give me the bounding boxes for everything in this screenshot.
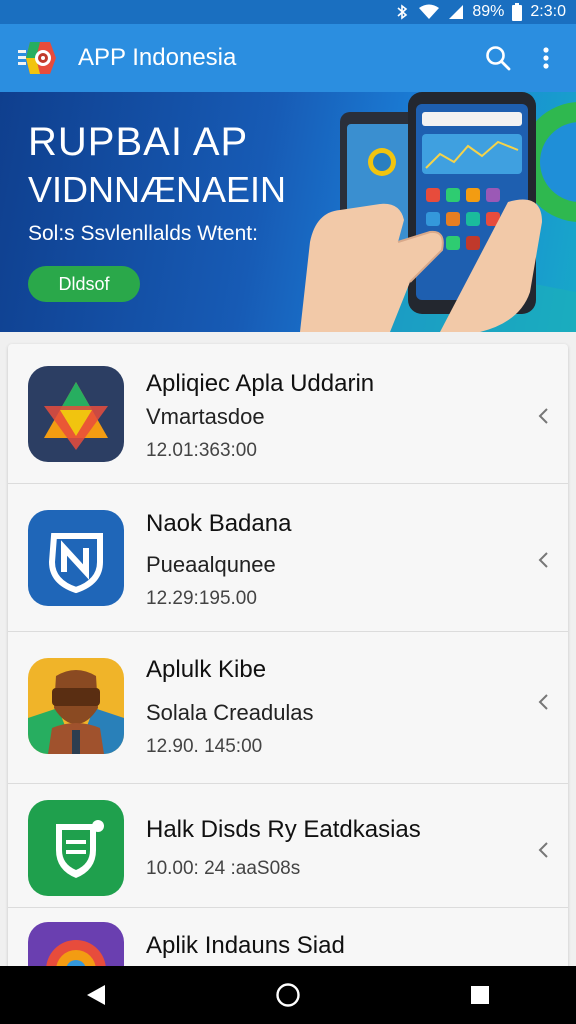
app-title: APP Indonesia — [78, 44, 237, 71]
item-subtitle: Solala Creadulas — [146, 700, 314, 725]
battery-percentage: 89% — [472, 3, 505, 20]
bluetooth-icon — [397, 4, 408, 20]
system-nav-bar — [0, 966, 576, 1024]
list-item[interactable]: Halk Disds Ry Eatdkasias 10.00: 24 :aaS0… — [8, 784, 568, 908]
status-bar: 89% 2:3:0 — [0, 0, 576, 24]
app-bar: APP Indonesia — [0, 24, 576, 92]
back-button[interactable] — [66, 970, 126, 1020]
search-icon — [486, 46, 511, 71]
chevron-left-icon[interactable] — [536, 840, 552, 860]
item-title: Apliqiec Apla Uddarin — [146, 370, 375, 397]
chevron-left-icon[interactable] — [536, 550, 552, 570]
item-title: Naok Badana — [146, 510, 292, 537]
home-button[interactable] — [258, 970, 318, 1020]
green-shield-icon — [28, 800, 124, 896]
item-meta: 12.01:363:00 — [146, 440, 257, 461]
item-subtitle: Vmartasdoe — [146, 404, 265, 429]
overflow-menu-button[interactable] — [522, 34, 570, 82]
list-item[interactable]: Naok Badana Pueaalqunee 12.29:195.00 — [8, 484, 568, 632]
promo-banner[interactable]: RUPBAI AP VIDNNÆNAEIN Sol:s Ssvlenllalds… — [0, 92, 576, 332]
item-meta: 10.00: 24 :aaS08s — [146, 858, 301, 879]
banner-cta-button[interactable]: Dldsof — [28, 266, 140, 302]
banner-headline-1: RUPBAI AP — [28, 120, 249, 164]
triangle-star-icon — [28, 366, 124, 462]
phones-in-hand-illustration — [300, 92, 576, 332]
back-triangle-icon — [87, 985, 105, 1005]
app-list: Apliqiec Apla Uddarin Vmartasdoe 12.01:3… — [8, 344, 568, 974]
banner-headline-2: VIDNNÆNAEIN — [28, 169, 287, 210]
recents-button[interactable] — [450, 970, 510, 1020]
shield-n-icon — [28, 510, 124, 606]
item-meta: 12.90. 145:00 — [146, 736, 263, 757]
list-item[interactable]: Aplulk Kibe Solala Creadulas 12.90. 145:… — [8, 632, 568, 784]
chevron-left-icon[interactable] — [536, 692, 552, 712]
more-vert-icon — [543, 47, 549, 69]
signal-icon — [449, 5, 464, 19]
banner-subtitle: Sol:s Ssvlenllalds Wtent: — [28, 222, 258, 245]
list-item[interactable]: Aplik Indauns Siad — [8, 908, 568, 974]
item-title: Aplik Indauns Siad — [146, 932, 345, 959]
app-logo[interactable] — [16, 36, 60, 80]
person-face-icon — [28, 658, 124, 754]
clock: 2:3:0 — [530, 3, 566, 20]
search-button[interactable] — [474, 34, 522, 82]
item-meta: 12.29:195.00 — [146, 588, 257, 609]
recents-square-icon — [471, 986, 489, 1004]
item-title: Halk Disds Ry Eatdkasias — [146, 816, 421, 843]
battery-icon — [512, 3, 523, 21]
chevron-left-icon[interactable] — [536, 406, 552, 426]
home-circle-icon — [276, 983, 300, 1007]
item-title: Aplulk Kibe — [146, 656, 267, 683]
item-subtitle: Pueaalqunee — [146, 552, 276, 577]
list-item[interactable]: Apliqiec Apla Uddarin Vmartasdoe 12.01:3… — [8, 344, 568, 484]
wifi-icon — [419, 4, 440, 19]
